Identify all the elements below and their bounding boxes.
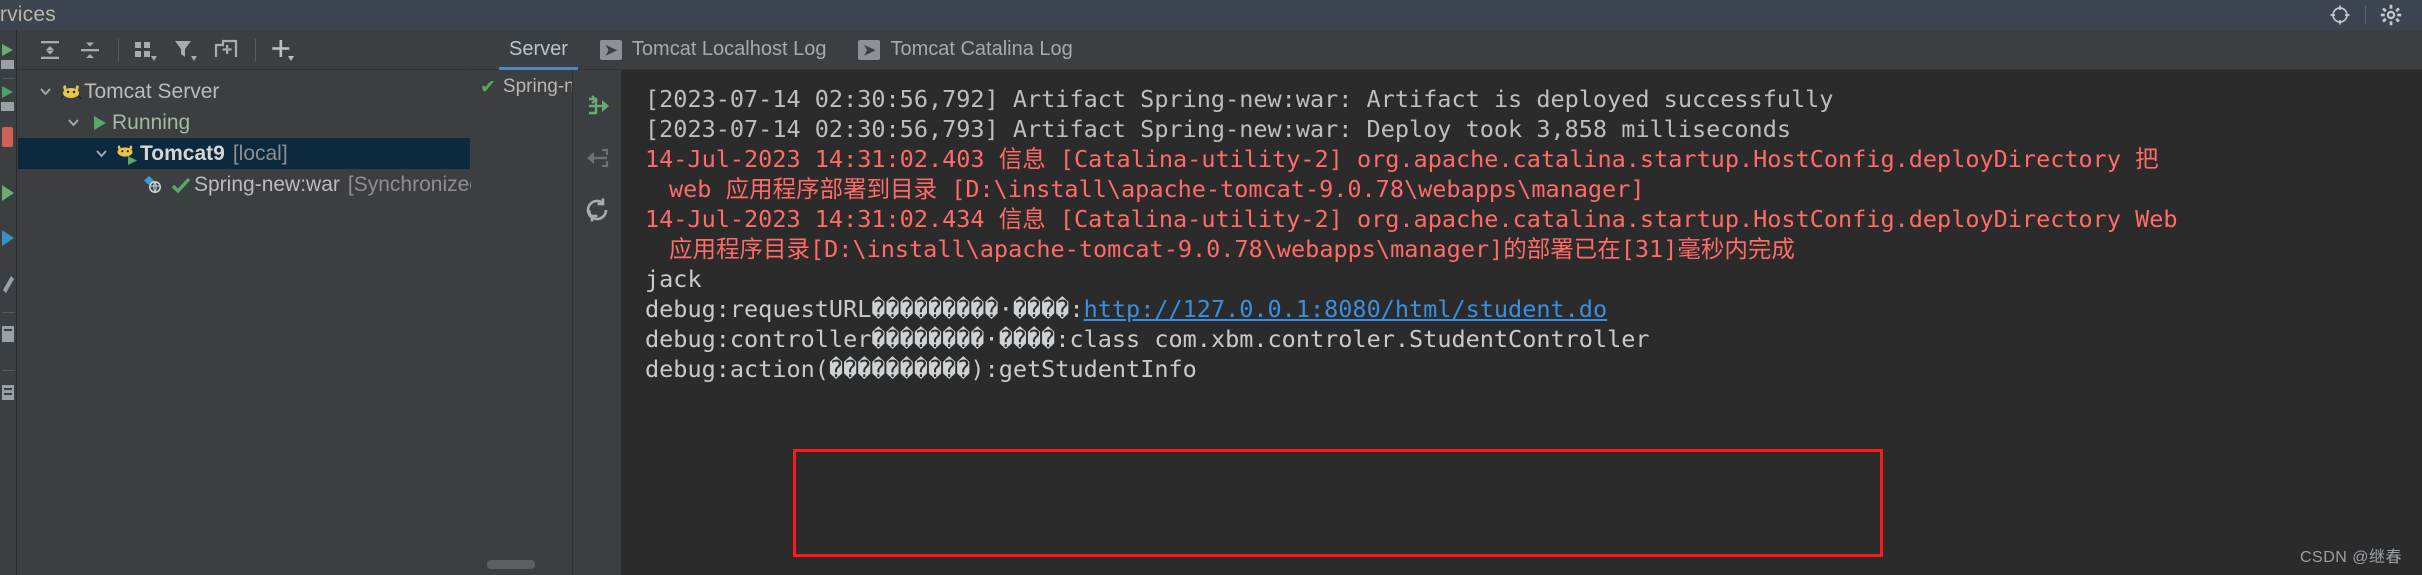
garbled-text-run: ���������·���� xyxy=(871,295,1070,323)
problems-stripe-icon[interactable] xyxy=(0,125,17,156)
chevron-down-icon[interactable] xyxy=(32,84,58,99)
horizontal-scrollbar-thumb[interactable] xyxy=(487,560,535,569)
console-text-run: 14-Jul-2023 14:31:02.403 信息 [Catalina-ut… xyxy=(645,145,2159,173)
services-stripe-icon[interactable] xyxy=(0,180,17,211)
tab-tomcat-localhost-log[interactable]: ➤ Tomcat Localhost Log xyxy=(584,30,843,70)
toolbar-divider xyxy=(118,38,119,61)
debug-stripe-icon[interactable] xyxy=(0,82,17,121)
console-text-run: jack xyxy=(645,265,702,293)
console-log-lines: [2023-07-14 02:30:56,792] Artifact Sprin… xyxy=(621,84,2422,384)
tree-node-running[interactable]: Running xyxy=(18,107,470,138)
services-toolbar xyxy=(18,30,470,70)
console-tabbar[interactable]: Server ➤ Tomcat Localhost Log ➤ Tomcat C… xyxy=(471,30,2422,70)
filter-icon[interactable] xyxy=(167,33,207,67)
console-text-run: :class com.xbm.controler.StudentControll… xyxy=(1055,325,1650,353)
console-subtab-column[interactable]: ✔ Spring-ne xyxy=(471,70,573,575)
run-small-icon: ➤ xyxy=(599,39,622,60)
tree-node-tomcat9[interactable]: Tomcat9 [local] xyxy=(18,138,470,169)
chevron-down-icon[interactable] xyxy=(60,115,86,130)
log-line-hostconfig-deploydirectory-2: 14-Jul-2023 14:31:02.434 信息 [Catalina-ut… xyxy=(621,204,2422,234)
console-text-run: debug:controller xyxy=(645,325,872,353)
console-text-run: debug:action( xyxy=(645,355,829,383)
log-line-hostconfig-deploydirectory-1: 14-Jul-2023 14:31:02.403 信息 [Catalina-ut… xyxy=(621,144,2422,174)
tool-window-stripe xyxy=(0,30,17,575)
rerun-icon[interactable] xyxy=(578,192,618,228)
run-green-triangle-icon xyxy=(86,113,112,133)
group-by-icon[interactable] xyxy=(127,33,167,67)
console-text-run: ):getStudentInfo xyxy=(970,355,1197,383)
console-text-run: : xyxy=(1069,295,1084,323)
expand-all-icon[interactable] xyxy=(30,33,70,67)
new-tab-icon[interactable] xyxy=(207,33,247,67)
toolbar-divider-2 xyxy=(255,38,256,61)
run-stripe-icon[interactable] xyxy=(0,38,17,77)
build-stripe-icon[interactable] xyxy=(0,270,17,305)
run-small-icon: ➤ xyxy=(858,39,881,60)
tomcat-icon xyxy=(58,82,84,102)
subtab-label: Spring-ne xyxy=(502,76,572,97)
database-stripe-icon[interactable] xyxy=(0,225,17,256)
console-hyperlink[interactable]: http://127.0.0.1:8080/html/student.do xyxy=(1084,295,1607,323)
console-area: Server ➤ Tomcat Localhost Log ➤ Tomcat C… xyxy=(471,30,2422,575)
tab-label: Tomcat Localhost Log xyxy=(631,38,827,60)
artifact-icon xyxy=(142,174,168,196)
tab-label: Tomcat Catalina Log xyxy=(890,38,1073,60)
tree-node-label: Tomcat9 xyxy=(140,141,225,165)
tab-label: Server xyxy=(509,38,568,60)
log-line-hostconfig-deploydirectory-1-cont: web 应用程序部署到目录 [D:\install\apache-tomcat-… xyxy=(621,174,2422,204)
tree-node-label: Spring-new:war xyxy=(194,172,340,196)
console-output[interactable]: [2023-07-14 02:30:56,792] Artifact Sprin… xyxy=(621,70,2422,575)
terminal-stripe-icon[interactable] xyxy=(0,320,17,355)
log-line-artifact-deployed: [2023-07-14 02:30:56,792] Artifact Sprin… xyxy=(621,84,2422,114)
log-line-jack: jack xyxy=(621,264,2422,294)
tree-node-suffix: [local] xyxy=(232,141,288,165)
gear-icon[interactable] xyxy=(2374,0,2408,30)
tree-node-spring-new-war[interactable]: Spring-new:war [Synchronized] xyxy=(18,169,487,200)
titlebar-actions xyxy=(2323,0,2422,30)
console-text-run: [2023-07-14 02:30:56,793] Artifact Sprin… xyxy=(645,115,1792,143)
plus-icon[interactable] xyxy=(264,33,304,67)
log-line-hostconfig-deploydirectory-2-cont: 应用程序目录[D:\install\apache-tomcat-9.0.78\w… xyxy=(621,234,2422,264)
red-highlight-annotation xyxy=(793,449,1883,557)
check-green-icon: ✔ xyxy=(480,76,496,98)
tree-node-tomcat-server[interactable]: Tomcat Server xyxy=(18,76,470,107)
tree-node-suffix: [Synchronized] xyxy=(347,172,487,196)
scroll-to-end-icon[interactable] xyxy=(578,88,618,124)
console-text-run: [2023-07-14 02:30:56,792] Artifact Sprin… xyxy=(645,85,1834,113)
services-tree-panel: Tomcat Server Running Tomcat9 [local] Sp… xyxy=(18,30,487,575)
log-line-debug-requesturl: debug:requestURL���������·����:http://12… xyxy=(621,294,2422,324)
soft-wrap-icon[interactable] xyxy=(578,140,618,176)
services-tree[interactable]: Tomcat Server Running Tomcat9 [local] Sp… xyxy=(18,70,487,200)
console-text-run: 14-Jul-2023 14:31:02.434 信息 [Catalina-ut… xyxy=(645,205,2178,233)
titlebar-divider xyxy=(2365,6,2366,24)
subtab-spring-new-war[interactable]: ✔ Spring-ne xyxy=(471,70,572,104)
check-green-icon xyxy=(168,175,194,195)
todo-stripe-icon[interactable] xyxy=(0,378,17,413)
tab-server[interactable]: Server xyxy=(493,30,584,70)
console-text-run: web 应用程序部署到目录 [D:\install\apache-tomcat-… xyxy=(669,175,1645,203)
tab-tomcat-catalina-log[interactable]: ➤ Tomcat Catalina Log xyxy=(842,30,1088,70)
console-text-run: 应用程序目录[D:\install\apache-tomcat-9.0.78\w… xyxy=(669,235,1795,263)
log-line-deploy-took: [2023-07-14 02:30:56,793] Artifact Sprin… xyxy=(621,114,2422,144)
tree-node-label: Tomcat Server xyxy=(84,79,220,103)
locate-target-icon[interactable] xyxy=(2323,0,2357,30)
garbled-text-run: ���������� xyxy=(828,355,971,383)
tomcat-running-icon xyxy=(114,143,140,165)
console-gutter-toolbar[interactable] xyxy=(574,70,621,575)
csdn-watermark: CSDN @继春 xyxy=(2299,549,2402,566)
log-line-debug-controller: debug:controller��������·����:class com.… xyxy=(621,324,2422,354)
tree-node-label: Running xyxy=(112,110,191,134)
collapse-all-icon[interactable] xyxy=(70,33,110,67)
tool-window-titlebar: ervices xyxy=(0,0,2422,30)
log-line-debug-action: debug:action(����������):getStudentInfo xyxy=(621,354,2422,384)
console-text-run: debug:requestURL xyxy=(645,295,872,323)
garbled-text-run: ��������·���� xyxy=(871,325,1056,353)
tool-window-title: ervices xyxy=(0,3,56,26)
chevron-down-icon[interactable] xyxy=(88,146,114,161)
